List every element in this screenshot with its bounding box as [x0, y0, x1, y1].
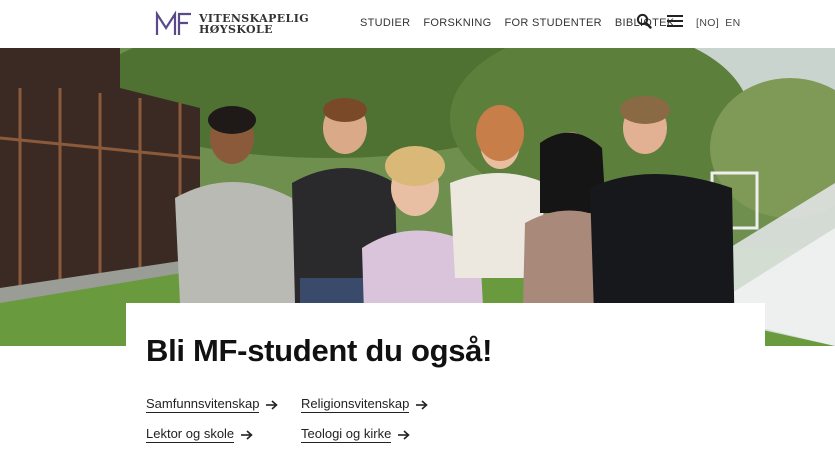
nav-item-studier[interactable]: STUDIER — [360, 17, 410, 29]
link-label: Religionsvitenskap — [301, 396, 410, 413]
site-header: VITENSKAPELIG HØYSKOLE STUDIER FORSKNING… — [0, 0, 835, 48]
search-icon[interactable] — [636, 13, 652, 34]
mf-logo-mark — [155, 11, 191, 35]
card-title: Bli MF-student du også! — [146, 333, 493, 368]
lang-en[interactable]: EN — [725, 17, 740, 29]
students-photo — [0, 48, 835, 346]
link-label: Samfunnsvitenskap — [146, 396, 260, 413]
link-lektor-og-skole[interactable]: Lektor og skole — [146, 426, 253, 443]
link-religionsvitenskap[interactable]: Religionsvitenskap — [301, 396, 429, 413]
lang-no[interactable]: [NO] — [696, 17, 719, 29]
link-label: Teologi og kirke — [301, 426, 392, 443]
arrow-right-icon — [398, 429, 411, 440]
hero-image — [0, 48, 835, 346]
arrow-right-icon — [266, 399, 279, 410]
arrow-right-icon — [241, 429, 253, 440]
nav-item-for-studenter[interactable]: FOR STUDENTER — [504, 17, 601, 29]
cta-card: Bli MF-student du også! Samfunnsvitenska… — [126, 303, 765, 469]
logo-line2: HØYSKOLE — [199, 23, 273, 36]
logo[interactable]: VITENSKAPELIG HØYSKOLE — [155, 11, 309, 37]
hamburger-menu-icon[interactable] — [667, 15, 683, 33]
nav-item-forskning[interactable]: FORSKNING — [423, 17, 491, 29]
link-label: Lektor og skole — [146, 426, 235, 443]
link-samfunnsvitenskap[interactable]: Samfunnsvitenskap — [146, 396, 279, 413]
arrow-right-icon — [416, 399, 429, 410]
link-teologi-og-kirke[interactable]: Teologi og kirke — [301, 426, 411, 443]
language-switcher: [NO] EN — [696, 17, 741, 29]
logo-text: VITENSKAPELIG HØYSKOLE — [199, 13, 309, 35]
